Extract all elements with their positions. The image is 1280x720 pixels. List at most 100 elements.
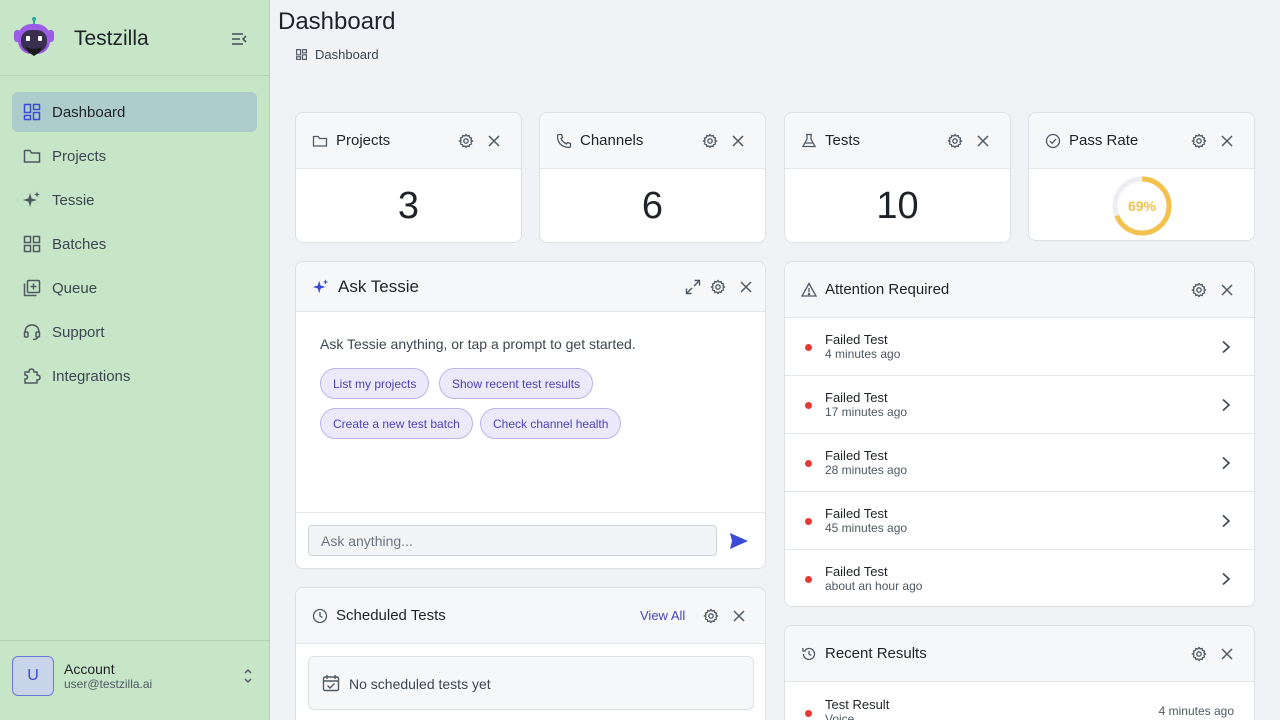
expand-icon[interactable] bbox=[685, 279, 701, 295]
account-menu[interactable]: U Account user@testzilla.ai bbox=[0, 640, 270, 720]
sidebar-item-label: Projects bbox=[52, 147, 107, 165]
app-name: Testzilla bbox=[74, 27, 149, 50]
headset-icon bbox=[23, 324, 41, 341]
robot-logo-icon bbox=[14, 17, 54, 56]
grid-icon bbox=[23, 235, 41, 253]
gear-icon[interactable] bbox=[947, 133, 963, 149]
sidebar-item-tessie[interactable]: Tessie bbox=[12, 180, 257, 220]
brand: Testzilla bbox=[0, 0, 270, 76]
page-title: Dashboard bbox=[278, 8, 396, 35]
sidebar-item-projects[interactable]: Projects bbox=[12, 136, 257, 176]
card-title: Ask Tessie bbox=[338, 277, 419, 296]
ask-tessie-card: Ask Tessie Ask Tessie anything, or tap a… bbox=[295, 261, 766, 569]
pass-rate-value: 69% bbox=[1127, 198, 1157, 214]
breadcrumb-item[interactable]: Dashboard bbox=[315, 47, 379, 62]
card-header: Ask Tessie bbox=[296, 262, 765, 312]
sidebar-nav: Dashboard Projects Tessie Batches Queue … bbox=[12, 92, 257, 400]
prompt-chip[interactable]: Show recent test results bbox=[439, 368, 594, 399]
close-icon[interactable] bbox=[1220, 134, 1234, 148]
sidebar-item-label: Dashboard bbox=[52, 103, 126, 121]
gear-icon[interactable] bbox=[1191, 133, 1207, 149]
clock-icon bbox=[312, 608, 328, 624]
ask-footer bbox=[296, 512, 765, 568]
ask-intro-text: Ask Tessie anything, or tap a prompt to … bbox=[320, 336, 636, 352]
stat-card-pass-rate: Pass Rate 69% bbox=[1028, 112, 1255, 241]
sidebar-item-label: Queue bbox=[52, 279, 98, 297]
result-item-time: 4 minutes ago bbox=[1158, 704, 1234, 718]
check-circle-icon bbox=[1045, 133, 1061, 149]
view-all-link[interactable]: View All bbox=[640, 608, 685, 623]
gear-icon[interactable] bbox=[458, 133, 474, 149]
attention-item[interactable]: Failed Test 4 minutes ago bbox=[785, 318, 1254, 376]
empty-state-text: No scheduled tests yet bbox=[349, 676, 491, 692]
account-email: user@testzilla.ai bbox=[64, 677, 153, 691]
error-dot bbox=[805, 710, 812, 717]
attention-item[interactable]: Failed Test about an hour ago bbox=[785, 550, 1254, 606]
queue-icon bbox=[23, 279, 41, 297]
dashboard-icon bbox=[296, 49, 307, 60]
sidebar-item-label: Support bbox=[52, 323, 105, 341]
dashboard-icon bbox=[23, 103, 41, 121]
stat-card-tests: Tests 10 bbox=[784, 112, 1011, 243]
attention-item-time: 4 minutes ago bbox=[825, 347, 901, 361]
sparkle-icon bbox=[312, 279, 329, 294]
card-header: Attention Required bbox=[785, 262, 1254, 318]
card-title: Tests bbox=[825, 132, 861, 149]
close-icon[interactable] bbox=[739, 280, 753, 294]
collapse-sidebar-icon[interactable] bbox=[229, 29, 249, 49]
folder-icon bbox=[312, 135, 328, 147]
gear-icon[interactable] bbox=[710, 279, 726, 295]
attention-item-time: about an hour ago bbox=[825, 579, 923, 593]
attention-item[interactable]: Failed Test 28 minutes ago bbox=[785, 434, 1254, 492]
gear-icon[interactable] bbox=[703, 608, 719, 624]
attention-item-title: Failed Test bbox=[825, 390, 888, 405]
gear-icon[interactable] bbox=[1191, 282, 1207, 298]
gear-icon[interactable] bbox=[702, 133, 718, 149]
chevron-right-icon bbox=[1222, 456, 1231, 470]
result-item-title: Test Result bbox=[825, 697, 890, 712]
sidebar-item-label: Batches bbox=[52, 235, 107, 253]
card-title: Pass Rate bbox=[1069, 132, 1139, 149]
sidebar-item-support[interactable]: Support bbox=[12, 312, 257, 352]
attention-item-title: Failed Test bbox=[825, 332, 888, 347]
prompt-chip[interactable]: Check channel health bbox=[480, 408, 622, 439]
close-icon[interactable] bbox=[487, 134, 501, 148]
chevron-up-down-icon[interactable] bbox=[240, 667, 256, 685]
attention-item-title: Failed Test bbox=[825, 448, 888, 463]
close-icon[interactable] bbox=[1220, 647, 1234, 661]
error-dot bbox=[805, 576, 812, 583]
stat-value: 10 bbox=[876, 185, 919, 227]
close-icon[interactable] bbox=[976, 134, 990, 148]
chevron-right-icon bbox=[1222, 340, 1231, 354]
card-title: Projects bbox=[336, 132, 391, 149]
close-icon[interactable] bbox=[732, 609, 746, 623]
sidebar-item-integrations[interactable]: Integrations bbox=[12, 356, 257, 396]
attention-item-time: 28 minutes ago bbox=[825, 463, 908, 477]
sidebar-item-queue[interactable]: Queue bbox=[12, 268, 257, 308]
attention-item[interactable]: Failed Test 45 minutes ago bbox=[785, 492, 1254, 550]
stat-value: 6 bbox=[641, 185, 664, 227]
card-title: Attention Required bbox=[825, 281, 950, 298]
result-item[interactable]: Test Result Voice 4 minutes ago bbox=[785, 682, 1254, 720]
ask-input[interactable] bbox=[308, 525, 717, 556]
card-header: Projects bbox=[296, 113, 521, 169]
prompt-chip[interactable]: Create a new test batch bbox=[320, 408, 473, 439]
sidebar-item-dashboard[interactable]: Dashboard bbox=[12, 92, 257, 132]
close-icon[interactable] bbox=[731, 134, 745, 148]
sidebar: Testzilla Dashboard Projects Tessie Batc… bbox=[0, 0, 270, 720]
send-icon[interactable] bbox=[729, 532, 749, 550]
sidebar-item-batches[interactable]: Batches bbox=[12, 224, 257, 264]
folder-icon bbox=[23, 149, 41, 163]
card-title: Recent Results bbox=[825, 645, 927, 662]
scheduled-tests-card: Scheduled Tests View All No scheduled te… bbox=[295, 587, 766, 720]
error-dot bbox=[805, 518, 812, 525]
close-icon[interactable] bbox=[1220, 283, 1234, 297]
attention-item[interactable]: Failed Test 17 minutes ago bbox=[785, 376, 1254, 434]
card-header: Recent Results bbox=[785, 626, 1254, 682]
card-header: Scheduled Tests View All bbox=[296, 588, 765, 644]
attention-item-time: 17 minutes ago bbox=[825, 405, 908, 419]
result-item-subtitle: Voice bbox=[825, 712, 855, 720]
prompt-chip[interactable]: List my projects bbox=[320, 368, 430, 399]
sparkle-icon bbox=[23, 191, 40, 207]
gear-icon[interactable] bbox=[1191, 646, 1207, 662]
